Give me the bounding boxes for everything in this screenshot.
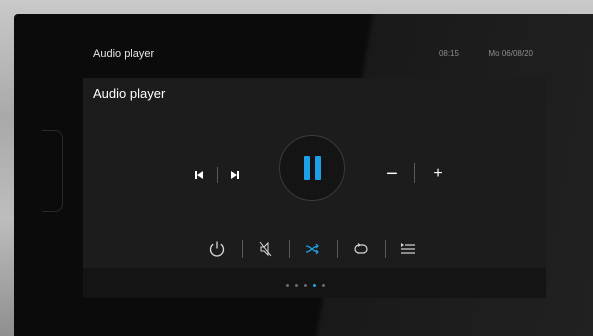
clock-time: 08:15 [438, 49, 459, 58]
separator [289, 240, 290, 258]
repeat-icon [354, 243, 368, 254]
volume-down-button[interactable]: − [384, 164, 400, 184]
skip-previous-icon [195, 171, 203, 179]
shuffle-button[interactable] [302, 238, 324, 260]
power-button[interactable] [206, 238, 228, 260]
next-button[interactable] [226, 166, 244, 184]
play-pause-button[interactable] [279, 135, 345, 201]
status-bar: Audio player 08:15 Mo 06/08/20 [93, 48, 543, 64]
page-indicator-strip [83, 268, 546, 298]
pause-icon [304, 156, 310, 180]
separator [385, 240, 386, 258]
separator [242, 240, 243, 258]
skip-next-icon [231, 171, 239, 179]
previous-button[interactable] [190, 166, 208, 184]
mute-button[interactable] [256, 238, 276, 260]
page-dot[interactable] [304, 284, 307, 287]
power-icon [209, 241, 225, 257]
page-dot[interactable] [286, 284, 289, 287]
shuffle-icon [305, 243, 319, 255]
playlist-icon [401, 243, 415, 254]
playlist-button[interactable] [397, 238, 419, 260]
volume-up-button[interactable]: + [430, 164, 446, 184]
separator [217, 167, 218, 183]
page-indicator [286, 284, 325, 287]
separator [414, 163, 415, 183]
panel-title: Audio player [93, 86, 166, 101]
mute-icon [259, 241, 272, 257]
separator [337, 240, 338, 258]
app-title: Audio player [93, 48, 155, 60]
repeat-button[interactable] [350, 238, 372, 260]
page-dot[interactable] [322, 284, 325, 287]
pause-icon-bar [315, 156, 321, 180]
device-handle [42, 130, 63, 212]
page-dot[interactable] [295, 284, 298, 287]
page-dot-active[interactable] [313, 284, 316, 287]
clock-date: Mo 06/08/20 [488, 49, 533, 58]
